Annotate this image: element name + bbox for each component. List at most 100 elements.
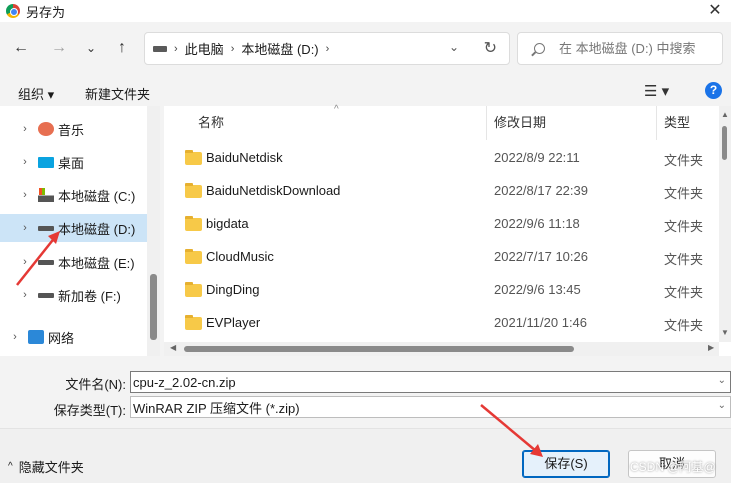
drive-icon (38, 259, 54, 265)
sidebar-item-music[interactable]: › 音乐 (0, 115, 147, 143)
sidebar-scrollbar[interactable] (147, 106, 160, 356)
view-options-icon[interactable]: ☰ ▾ (644, 82, 669, 100)
sidebar-item-label: 新加卷 (F:) (58, 288, 121, 304)
file-list-hscrollbar[interactable]: ◀ ▶ (164, 342, 719, 356)
save-button[interactable]: 保存(S) (522, 450, 610, 478)
network-icon (28, 330, 44, 344)
folder-icon (185, 249, 202, 264)
drive-c-icon (38, 188, 54, 202)
scroll-down-icon[interactable]: ▼ (721, 328, 729, 337)
file-row[interactable]: BaiduNetdisk 2022/8/9 22:11 文件夹 (164, 142, 731, 175)
up-arrow-icon[interactable]: ↑ (111, 37, 133, 59)
file-name: BaiduNetdisk (206, 150, 283, 165)
expand-chevron-icon[interactable]: › (18, 189, 32, 201)
breadcrumb-separator-icon: › (174, 42, 178, 55)
file-name: bigdata (206, 216, 249, 231)
sidebar-item-label: 本地磁盘 (D:) (58, 221, 136, 237)
breadcrumb-this-pc[interactable]: 此电脑 (185, 39, 224, 58)
filetype-select[interactable]: WinRAR ZIP 压缩文件 (*.zip) ⌄ (130, 396, 731, 418)
column-divider[interactable] (486, 106, 487, 140)
forward-arrow-icon[interactable]: → (48, 37, 70, 59)
chevron-up-icon: ^ (8, 461, 13, 472)
hide-folders-label: 隐藏文件夹 (18, 460, 84, 475)
organize-menu-button[interactable]: 组织 ▾ (18, 84, 54, 103)
hide-folders-toggle[interactable]: ^ 隐藏文件夹 (8, 457, 84, 476)
file-type: 文件夹 (664, 186, 704, 201)
expand-chevron-icon[interactable]: › (8, 331, 22, 343)
sidebar-scrollbar-thumb[interactable] (150, 274, 157, 340)
scroll-up-icon[interactable]: ▲ (721, 110, 729, 119)
filename-dropdown-icon[interactable]: ⌄ (718, 375, 726, 386)
folder-icon (185, 150, 202, 165)
folder-icon (185, 315, 202, 330)
file-modified: 2022/7/17 10:26 (494, 249, 588, 264)
filename-value[interactable]: cpu-z_2.02-cn.zip (133, 375, 236, 390)
address-dropdown-icon[interactable]: ⌄ (449, 40, 459, 54)
file-list-scrollbar-thumb[interactable] (722, 126, 727, 160)
back-arrow-icon[interactable]: ← (10, 37, 32, 59)
file-type: 文件夹 (664, 219, 704, 234)
search-icon (534, 43, 545, 54)
filetype-value[interactable]: WinRAR ZIP 压缩文件 (*.zip) (133, 398, 300, 417)
filetype-dropdown-icon[interactable]: ⌄ (718, 400, 726, 411)
scroll-right-icon[interactable]: ▶ (708, 343, 714, 352)
drive-icon (38, 225, 54, 231)
file-modified: 2022/8/9 22:11 (494, 150, 580, 165)
sidebar-item-label: 音乐 (58, 122, 85, 138)
breadcrumb-separator-icon: › (230, 42, 235, 55)
file-row[interactable]: EVPlayer 2021/11/20 1:46 文件夹 (164, 307, 731, 340)
file-modified: 2022/8/17 22:39 (494, 183, 588, 198)
sort-caret-icon: ^ (334, 104, 339, 115)
file-name: BaiduNetdiskDownload (206, 183, 341, 198)
expand-chevron-icon[interactable]: › (18, 289, 32, 301)
breadcrumb-separator-icon: › (325, 42, 330, 55)
command-toolbar: 组织 ▾ 新建文件夹 ☰ ▾ ? (0, 78, 731, 106)
file-name: EVPlayer (206, 315, 261, 330)
filename-field[interactable]: cpu-z_2.02-cn.zip ⌄ (130, 371, 731, 393)
column-header-name[interactable]: 名称 (198, 106, 224, 140)
sidebar-item-desktop[interactable]: › 桌面 (0, 148, 147, 176)
navigation-bar: ← → ⌄ ↑ › 此电脑 › 本地磁盘 (D:) › ⌄ ↻ (0, 22, 731, 78)
address-bar[interactable]: › 此电脑 › 本地磁盘 (D:) › ⌄ ↻ (144, 32, 510, 65)
file-row[interactable]: DingDing 2022/9/6 13:45 文件夹 (164, 274, 731, 307)
expand-chevron-icon[interactable]: › (18, 256, 32, 268)
refresh-icon[interactable]: ↻ (484, 38, 497, 58)
sidebar-item-label: 网络 (48, 330, 75, 346)
expand-chevron-icon[interactable]: › (18, 156, 32, 168)
column-header-modified[interactable]: 修改日期 (494, 106, 546, 140)
close-icon[interactable]: ✕ (705, 1, 725, 21)
file-row[interactable]: CloudMusic 2022/7/17 10:26 文件夹 (164, 241, 731, 274)
navigation-pane: › 音乐 › 桌面 › 本地磁盘 (C:) › 本地磁盘 (D:) › 本地磁盘… (0, 106, 160, 356)
folder-icon (185, 282, 202, 297)
drive-icon (38, 292, 54, 298)
recent-locations-chevron-icon[interactable]: ⌄ (80, 37, 102, 59)
sidebar-item-drive-e[interactable]: › 本地磁盘 (E:) (0, 248, 147, 276)
scroll-left-icon[interactable]: ◀ (170, 343, 176, 352)
file-list: ^ 名称 修改日期 类型 BaiduNetdisk 2022/8/9 22:11… (164, 104, 731, 356)
column-header-type[interactable]: 类型 (664, 106, 690, 140)
folder-icon (185, 216, 202, 231)
new-folder-button[interactable]: 新建文件夹 (85, 84, 150, 103)
file-name: CloudMusic (206, 249, 274, 264)
music-icon (38, 122, 54, 136)
sidebar-item-label: 本地磁盘 (C:) (58, 188, 136, 204)
expand-chevron-icon[interactable]: › (18, 222, 32, 234)
file-modified: 2022/9/6 13:45 (494, 282, 581, 297)
sidebar-item-drive-f[interactable]: › 新加卷 (F:) (0, 281, 147, 309)
sidebar-item-label: 本地磁盘 (E:) (58, 255, 135, 271)
help-icon[interactable]: ? (705, 82, 722, 99)
sidebar-item-drive-d[interactable]: › 本地磁盘 (D:) (0, 214, 147, 242)
sidebar-item-label: 桌面 (58, 155, 85, 171)
expand-chevron-icon[interactable]: › (18, 123, 32, 135)
window-title: 另存为 (26, 4, 66, 20)
search-input[interactable] (559, 41, 719, 56)
column-divider[interactable] (656, 106, 657, 140)
file-row[interactable]: bigdata 2022/9/6 11:18 文件夹 (164, 208, 731, 241)
drive-icon (153, 45, 167, 52)
breadcrumb-drive-d[interactable]: 本地磁盘 (D:) (241, 39, 318, 58)
file-row[interactable]: BaiduNetdiskDownload 2022/8/17 22:39 文件夹 (164, 175, 731, 208)
sidebar-item-drive-c[interactable]: › 本地磁盘 (C:) (0, 181, 147, 209)
file-list-hscrollbar-thumb[interactable] (184, 346, 574, 352)
file-list-scrollbar[interactable]: ▲ ▼ (719, 106, 731, 342)
sidebar-item-network[interactable]: › 网络 (0, 323, 147, 351)
